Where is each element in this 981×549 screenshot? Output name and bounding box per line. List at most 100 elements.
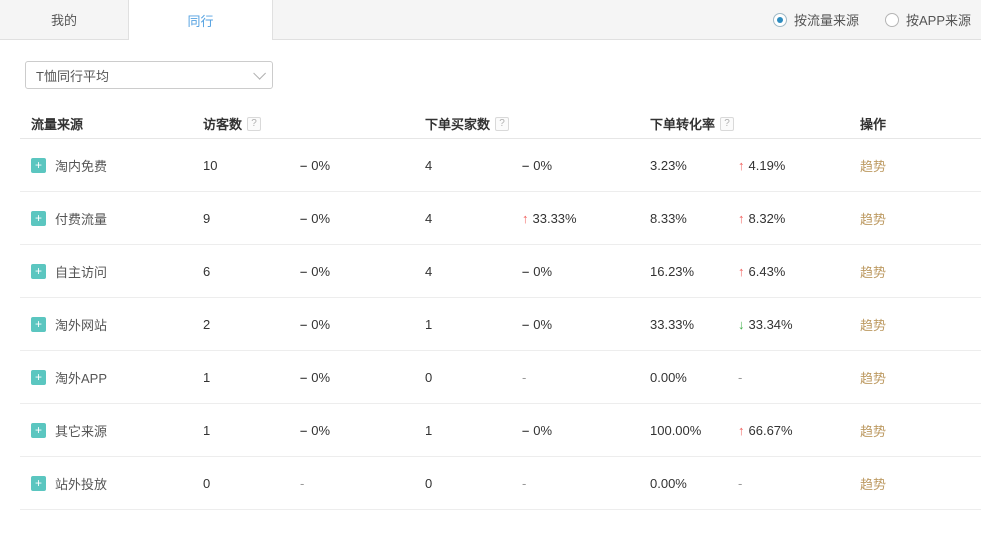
tab-bar: 我的 同行 按流量来源 按APP来源 [0, 0, 981, 40]
help-icon[interactable]: ? [495, 117, 509, 131]
visitors-value: 2 [203, 317, 300, 332]
col-header-label: 操作 [860, 114, 886, 133]
expand-plus-icon[interactable]: + [31, 264, 46, 279]
table-row: + 淘外网站 2 –0% 1 –0% 33.33% ↓33.34% 趋势 [20, 298, 981, 351]
filter-row: T恤同行平均 [25, 61, 981, 89]
help-icon[interactable]: ? [247, 117, 261, 131]
trend-link[interactable]: 趋势 [860, 262, 886, 281]
flat-trend-icon: – [522, 158, 529, 173]
table-row: + 付费流量 9 –0% 4 ↑33.33% 8.33% ↑8.32% 趋势 [20, 192, 981, 245]
radio-icon [885, 13, 899, 27]
radio-by-app-source[interactable]: 按APP来源 [885, 10, 971, 29]
table-row: + 淘内免费 10 –0% 4 –0% 3.23% ↑4.19% 趋势 [20, 139, 981, 192]
help-icon[interactable]: ? [720, 117, 734, 131]
conversion-rate-value: 100.00% [650, 423, 738, 438]
trend-link[interactable]: 趋势 [860, 474, 886, 493]
peer-average-select[interactable]: T恤同行平均 [25, 61, 273, 89]
table-row: + 站外投放 0 - 0 - 0.00% - 趋势 [20, 457, 981, 510]
conversion-rate-trend: ↑4.19% [738, 158, 860, 173]
flat-trend-icon: – [300, 211, 307, 226]
conversion-rate-trend: ↓33.34% [738, 317, 860, 332]
order-buyers-trend: –0% [522, 264, 650, 279]
down-trend-icon: ↓ [738, 317, 745, 332]
order-buyers-trend: - [522, 476, 650, 491]
expand-plus-icon[interactable]: + [31, 317, 46, 332]
col-header-label: 访客数 [203, 114, 242, 133]
col-header-actions: 操作 [860, 114, 981, 133]
order-buyers-trend: ↑33.33% [522, 211, 650, 226]
table-row: + 淘外APP 1 –0% 0 - 0.00% - 趋势 [20, 351, 981, 404]
traffic-source-label: 站外投放 [55, 474, 107, 493]
table-header: 流量来源 访客数 ? 下单买家数 ? 下单转化率 ? 操作 [20, 109, 981, 139]
conversion-rate-trend: ↑8.32% [738, 211, 860, 226]
traffic-source-label: 淘内免费 [55, 156, 107, 175]
table-row: + 其它来源 1 –0% 1 –0% 100.00% ↑66.67% 趋势 [20, 404, 981, 457]
visitors-trend: –0% [300, 370, 425, 385]
conversion-rate-value: 33.33% [650, 317, 738, 332]
order-buyers-trend: –0% [522, 158, 650, 173]
expand-plus-icon[interactable]: + [31, 158, 46, 173]
flat-trend-icon: – [300, 317, 307, 332]
order-buyers-value: 0 [425, 370, 522, 385]
radio-label: 按流量来源 [794, 10, 859, 29]
order-buyers-value: 1 [425, 317, 522, 332]
col-header-label: 流量来源 [31, 114, 83, 133]
flat-trend-icon: – [300, 158, 307, 173]
visitors-value: 10 [203, 158, 300, 173]
tab-peers[interactable]: 同行 [128, 0, 273, 40]
expand-plus-icon[interactable]: + [31, 423, 46, 438]
radio-by-traffic-source[interactable]: 按流量来源 [773, 10, 859, 29]
conversion-rate-trend: - [738, 476, 860, 491]
tab-bar-spacer [273, 0, 773, 39]
visitors-trend: –0% [300, 264, 425, 279]
flat-trend-icon: – [522, 264, 529, 279]
up-trend-icon: ↑ [738, 211, 745, 226]
trend-link[interactable]: 趋势 [860, 209, 886, 228]
visitors-trend: - [300, 476, 425, 491]
traffic-source-label: 其它来源 [55, 421, 107, 440]
col-header-label: 下单买家数 [425, 114, 490, 133]
trend-link[interactable]: 趋势 [860, 368, 886, 387]
peer-average-selected-value: T恤同行平均 [36, 66, 253, 85]
col-header-label: 下单转化率 [650, 114, 715, 133]
conversion-rate-trend: ↑66.67% [738, 423, 860, 438]
trend-link[interactable]: 趋势 [860, 315, 886, 334]
col-header-order-buyers: 下单买家数 ? [425, 114, 522, 133]
up-trend-icon: ↑ [522, 211, 529, 226]
order-buyers-value: 4 [425, 211, 522, 226]
order-buyers-trend: –0% [522, 423, 650, 438]
traffic-source-label: 淘外APP [55, 368, 107, 387]
trend-link[interactable]: 趋势 [860, 156, 886, 175]
visitors-value: 1 [203, 423, 300, 438]
visitors-trend: –0% [300, 317, 425, 332]
flat-trend-icon: – [522, 423, 529, 438]
table-body: + 淘内免费 10 –0% 4 –0% 3.23% ↑4.19% 趋势 + 付费… [20, 139, 981, 510]
table-row: + 自主访问 6 –0% 4 –0% 16.23% ↑6.43% 趋势 [20, 245, 981, 298]
conversion-rate-value: 0.00% [650, 476, 738, 491]
tab-mine[interactable]: 我的 [0, 0, 128, 39]
radio-label: 按APP来源 [906, 10, 971, 29]
visitors-value: 0 [203, 476, 300, 491]
col-header-visitors: 访客数 ? [203, 114, 300, 133]
expand-plus-icon[interactable]: + [31, 476, 46, 491]
expand-plus-icon[interactable]: + [31, 370, 46, 385]
conversion-rate-trend: - [738, 370, 860, 385]
visitors-value: 9 [203, 211, 300, 226]
order-buyers-trend: - [522, 370, 650, 385]
visitors-value: 1 [203, 370, 300, 385]
up-trend-icon: ↑ [738, 264, 745, 279]
traffic-source-label: 淘外网站 [55, 315, 107, 334]
trend-link[interactable]: 趋势 [860, 421, 886, 440]
expand-plus-icon[interactable]: + [31, 211, 46, 226]
up-trend-icon: ↑ [738, 158, 745, 173]
order-buyers-value: 0 [425, 476, 522, 491]
col-header-traffic-source: 流量来源 [20, 114, 203, 133]
conversion-rate-trend: ↑6.43% [738, 264, 860, 279]
conversion-rate-value: 8.33% [650, 211, 738, 226]
order-buyers-trend: –0% [522, 317, 650, 332]
view-toggle-group: 按流量来源 按APP来源 [773, 0, 981, 39]
traffic-source-table: 流量来源 访客数 ? 下单买家数 ? 下单转化率 ? 操作 + 淘内免费 10 … [20, 109, 981, 510]
conversion-rate-value: 0.00% [650, 370, 738, 385]
conversion-rate-value: 16.23% [650, 264, 738, 279]
visitors-trend: –0% [300, 158, 425, 173]
